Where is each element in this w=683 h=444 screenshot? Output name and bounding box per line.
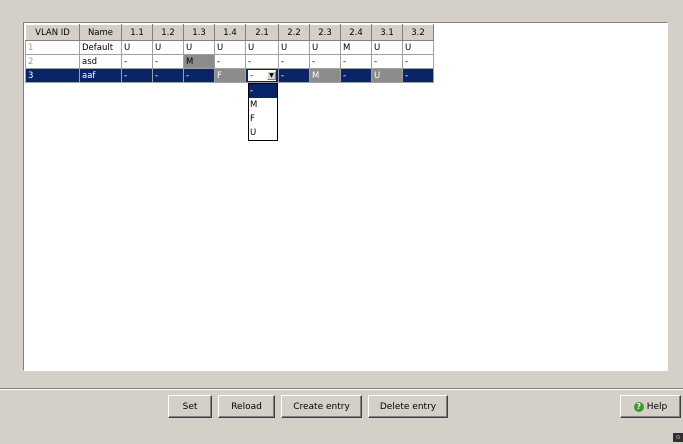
table-row-selected[interactable]: 3 aaf - - - F - ▼ - M - U - bbox=[25, 68, 434, 83]
port-cell[interactable]: U bbox=[183, 40, 215, 55]
help-button[interactable]: ? Help bbox=[620, 395, 681, 418]
divider bbox=[0, 389, 683, 390]
reload-button[interactable]: Reload bbox=[218, 395, 275, 418]
vlan-id-cell[interactable]: 1 bbox=[25, 40, 80, 55]
column-header-port-1-4[interactable]: 1.4 bbox=[214, 24, 246, 41]
port-cell-modified[interactable]: M bbox=[183, 54, 215, 69]
column-header-vlan-id[interactable]: VLAN ID bbox=[25, 24, 80, 41]
combobox-value: - bbox=[250, 70, 254, 81]
port-cell[interactable]: - bbox=[371, 54, 403, 69]
port-cell-modified[interactable]: U bbox=[371, 68, 403, 83]
dropdown-option[interactable]: F bbox=[249, 112, 277, 126]
port-cell[interactable]: - bbox=[152, 54, 184, 69]
port-cell-modified[interactable]: F bbox=[214, 68, 246, 83]
port-cell[interactable]: - bbox=[245, 54, 279, 69]
vlan-name-cell[interactable]: aaf bbox=[79, 68, 122, 83]
column-header-port-3-2[interactable]: 3.2 bbox=[402, 24, 434, 41]
port-cell[interactable]: U bbox=[245, 40, 279, 55]
table-header-row: VLAN ID Name 1.1 1.2 1.3 1.4 2.1 2.2 2.3… bbox=[25, 24, 434, 41]
port-cell[interactable]: - bbox=[402, 68, 434, 83]
dropdown-option[interactable]: M bbox=[249, 98, 277, 112]
column-header-port-1-3[interactable]: 1.3 bbox=[183, 24, 215, 41]
vlan-name-cell[interactable]: Default bbox=[79, 40, 122, 55]
port-cell[interactable]: - bbox=[340, 54, 372, 69]
set-button[interactable]: Set bbox=[168, 395, 212, 418]
port-cell[interactable]: - bbox=[340, 68, 372, 83]
table-row[interactable]: 2 asd - - M - - - - - - - bbox=[25, 54, 434, 69]
port-cell[interactable]: - bbox=[121, 54, 153, 69]
table-row[interactable]: 1 Default U U U U U U U M U U bbox=[25, 40, 434, 55]
port-cell[interactable]: - bbox=[309, 54, 341, 69]
column-header-name[interactable]: Name bbox=[79, 24, 122, 41]
resize-grip-icon: ⊙ bbox=[673, 433, 683, 442]
column-header-port-3-1[interactable]: 3.1 bbox=[371, 24, 403, 41]
port-cell[interactable]: M bbox=[340, 40, 372, 55]
port-cell[interactable]: U bbox=[309, 40, 341, 55]
chevron-down-icon[interactable]: ▼ bbox=[267, 71, 276, 80]
vlan-id-cell[interactable]: 3 bbox=[25, 68, 80, 83]
vlan-table-panel: VLAN ID Name 1.1 1.2 1.3 1.4 2.1 2.2 2.3… bbox=[23, 22, 668, 371]
column-header-port-1-1[interactable]: 1.1 bbox=[121, 24, 153, 41]
port-cell[interactable]: - bbox=[152, 68, 184, 83]
column-header-port-2-1[interactable]: 2.1 bbox=[245, 24, 279, 41]
delete-entry-button[interactable]: Delete entry bbox=[368, 395, 448, 418]
port-cell[interactable]: - bbox=[402, 54, 434, 69]
dropdown-option[interactable]: U bbox=[249, 126, 277, 140]
dropdown-option[interactable]: - bbox=[249, 84, 277, 98]
port-cell[interactable]: U bbox=[402, 40, 434, 55]
column-header-port-2-2[interactable]: 2.2 bbox=[278, 24, 310, 41]
port-cell[interactable]: - bbox=[183, 68, 215, 83]
create-entry-button[interactable]: Create entry bbox=[281, 395, 362, 418]
button-bar: Set Reload Create entry Delete entry ? H… bbox=[0, 388, 683, 444]
help-button-label: Help bbox=[646, 401, 668, 412]
column-header-port-2-3[interactable]: 2.3 bbox=[309, 24, 341, 41]
port-cell[interactable]: U bbox=[152, 40, 184, 55]
port-cell[interactable]: - bbox=[121, 68, 153, 83]
port-cell-editing[interactable]: - ▼ bbox=[245, 68, 279, 83]
port-cell-modified[interactable]: M bbox=[309, 68, 341, 83]
vlan-id-cell[interactable]: 2 bbox=[25, 54, 80, 69]
vlan-table: VLAN ID Name 1.1 1.2 1.3 1.4 2.1 2.2 2.3… bbox=[25, 24, 434, 83]
port-cell[interactable]: U bbox=[371, 40, 403, 55]
port-cell[interactable]: - bbox=[278, 68, 310, 83]
port-mode-combobox[interactable]: - ▼ bbox=[248, 70, 276, 81]
vlan-name-cell[interactable]: asd bbox=[79, 54, 122, 69]
port-cell[interactable]: U bbox=[214, 40, 246, 55]
column-header-port-1-2[interactable]: 1.2 bbox=[152, 24, 184, 41]
help-icon: ? bbox=[633, 401, 644, 412]
port-cell[interactable]: U bbox=[121, 40, 153, 55]
column-header-port-2-4[interactable]: 2.4 bbox=[340, 24, 372, 41]
port-cell[interactable]: - bbox=[278, 54, 310, 69]
port-cell[interactable]: - bbox=[214, 54, 246, 69]
port-mode-dropdown-list[interactable]: - M F U bbox=[248, 83, 278, 141]
port-cell[interactable]: U bbox=[278, 40, 310, 55]
